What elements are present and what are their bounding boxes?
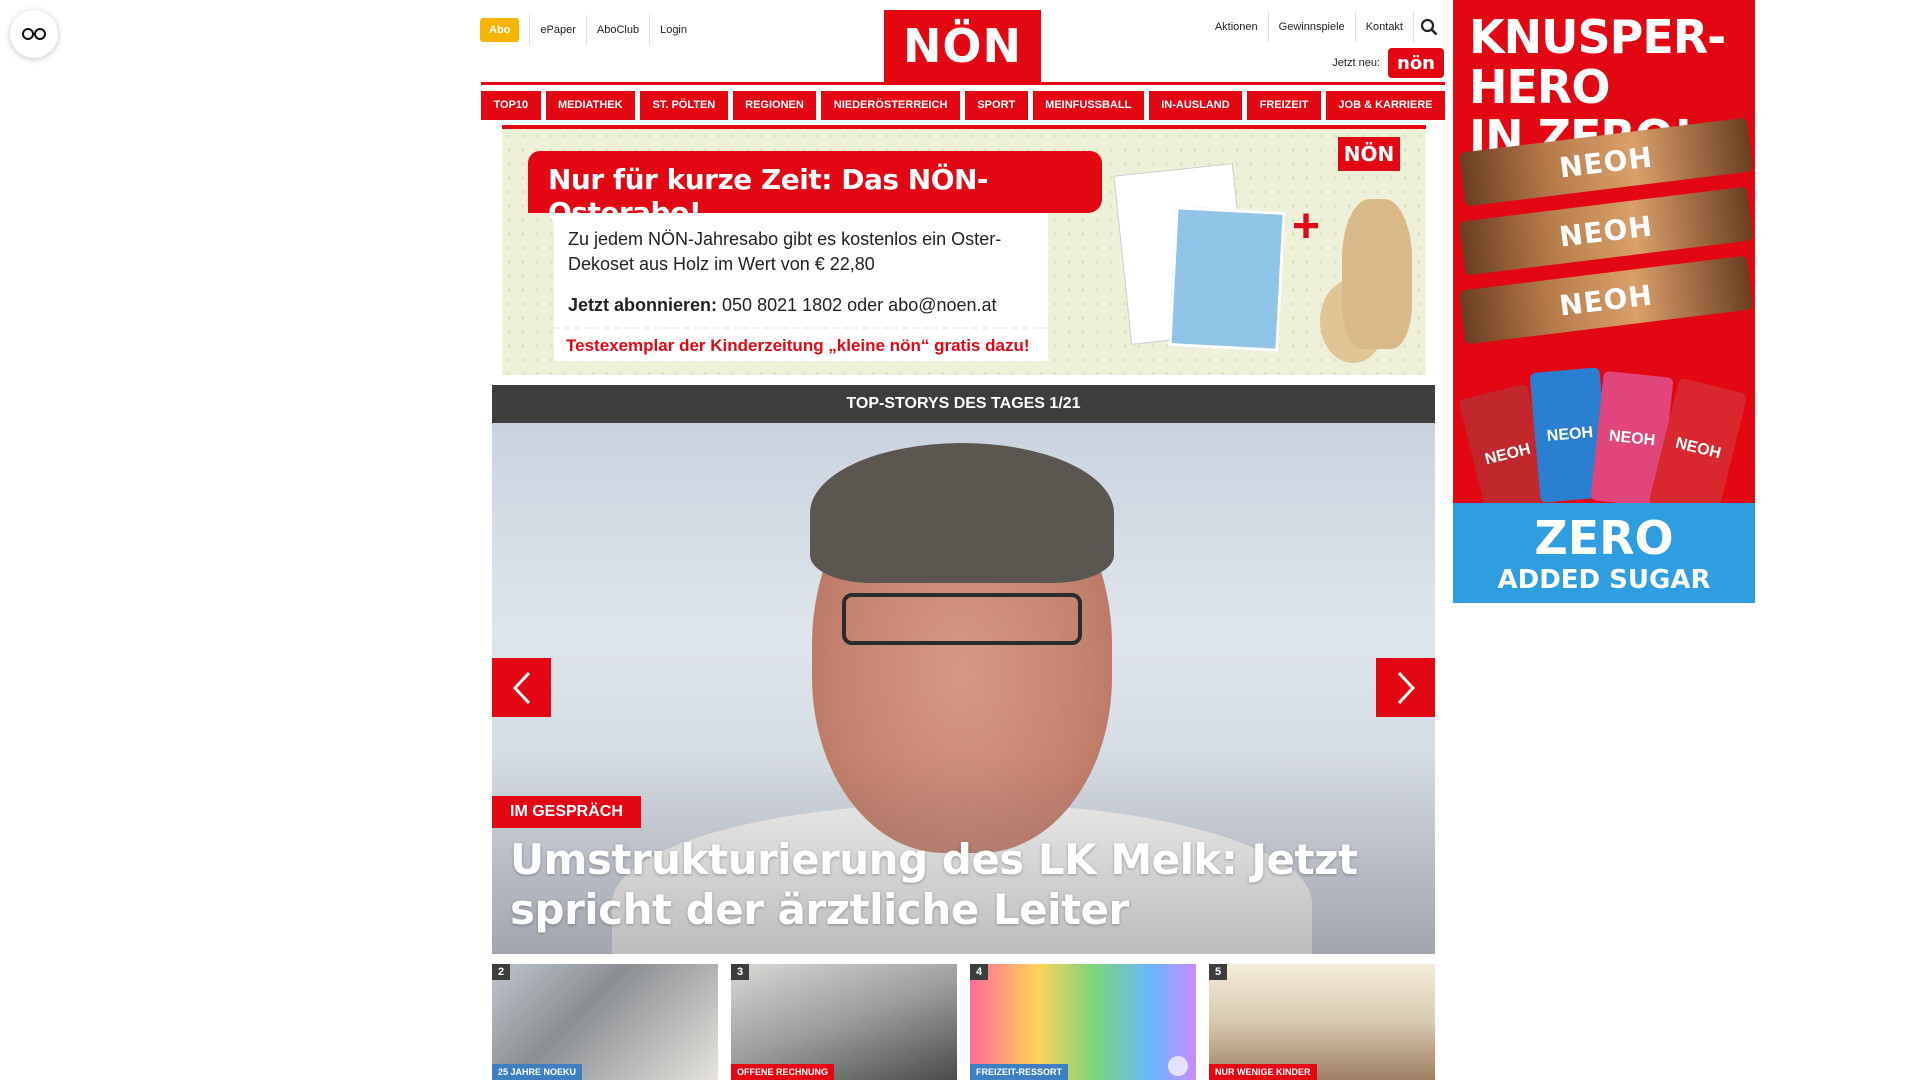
hero-headline[interactable]: Umstrukturierung des LK Melk: Jetzt spri…: [510, 835, 1410, 935]
chevron-left-icon: [512, 671, 530, 704]
aktionen-link[interactable]: Aktionen: [1205, 12, 1269, 42]
thumb-number: 5: [1209, 964, 1228, 980]
promo-footer: Testexemplar der Kinderzeitung „kleine n…: [554, 327, 1048, 361]
nav-niederoesterreich[interactable]: NIEDERÖSTERREICH: [821, 91, 960, 120]
ad-zero: ZERO: [1534, 511, 1674, 565]
kontakt-link[interactable]: Kontakt: [1356, 12, 1414, 42]
epaper-link[interactable]: ePaper: [529, 15, 585, 45]
promo-headline: Nur für kurze Zeit: Das NÖN-Osterabo!: [528, 151, 1102, 229]
search-icon[interactable]: [1414, 12, 1444, 42]
jetzt-neu-label: Jetzt neu:: [1332, 57, 1380, 69]
hero-category-tag[interactable]: IM GESPRÄCH: [492, 796, 641, 828]
story-thumbnails: 2 25 JAHRE NOEKU 3 OFFENE RECHNUNG 4 FRE…: [492, 964, 1435, 1080]
story-thumb-4[interactable]: 4 FREIZEIT-RESSORT: [970, 964, 1196, 1080]
jetzt-neu: Jetzt neu: nön: [1332, 48, 1444, 78]
abo-button[interactable]: Abo: [480, 18, 520, 42]
camera-icon: [1168, 1056, 1188, 1076]
thumb-number: 2: [492, 964, 511, 980]
nav-job-karriere[interactable]: JOB & KARRIERE: [1325, 91, 1445, 120]
thumb-number: 4: [970, 964, 989, 980]
story-thumb-2[interactable]: 2 25 JAHRE NOEKU: [492, 964, 718, 1080]
main-nav: TOP10 MEDIATHEK ST. PÖLTEN REGIONEN NIED…: [481, 91, 1445, 120]
kleine-noen-logo[interactable]: nön: [1388, 48, 1444, 78]
header-divider: [481, 82, 1445, 85]
nav-freizeit[interactable]: FREIZEIT: [1247, 91, 1321, 120]
osterabo-banner[interactable]: Nur für kurze Zeit: Das NÖN-Osterabo! Zu…: [502, 125, 1426, 375]
nav-regionen[interactable]: REGIONEN: [732, 91, 817, 120]
site-header: Abo ePaper AboClub Login NÖN Aktionen Ge…: [480, 8, 1444, 82]
thumb-tag: FREIZEIT-RESSORT: [970, 1064, 1069, 1080]
ad-footer: ZERO ADDED SUGAR: [1453, 503, 1755, 603]
neoh-advertisement[interactable]: KNUSPER-HERO IN ZERO! NEOH NEOH NEOH NEO…: [1453, 0, 1755, 603]
magazine-image: [1113, 163, 1292, 359]
thumb-number: 3: [731, 964, 750, 980]
top-links: Abo ePaper AboClub Login: [480, 15, 697, 45]
login-link[interactable]: Login: [649, 15, 697, 45]
easter-bunny-image: [1342, 199, 1412, 349]
story-thumb-5[interactable]: 5 NUR WENIGE KINDER: [1209, 964, 1435, 1080]
ad-headline-line1: KNUSPER-HERO: [1469, 10, 1726, 114]
top-stories-header: TOP-STORYS DES TAGES 1/21: [492, 385, 1435, 423]
thumb-tag: 25 JAHRE NOEKU: [492, 1064, 583, 1080]
thumb-tag: OFFENE RECHNUNG: [731, 1064, 835, 1080]
plus-sign: +: [1292, 200, 1321, 253]
kids-magazine-cover: [1168, 206, 1286, 352]
story-thumb-3[interactable]: 3 OFFENE RECHNUNG: [731, 964, 957, 1080]
promo-text: Zu jedem NÖN-Jahresabo gibt es kostenlos…: [568, 229, 1002, 274]
glasses-icon: [22, 28, 46, 40]
thumb-tag: NUR WENIGE KINDER: [1209, 1064, 1317, 1080]
promo-cta-contact: 050 8021 1802 oder abo@noen.at: [717, 295, 997, 315]
accessibility-button[interactable]: [10, 10, 58, 58]
gewinnspiele-link[interactable]: Gewinnspiele: [1269, 12, 1356, 42]
next-story-button[interactable]: [1376, 658, 1435, 717]
prev-story-button[interactable]: [492, 658, 551, 717]
hero-photo-glasses: [842, 593, 1082, 645]
nav-st-poelten[interactable]: ST. PÖLTEN: [640, 91, 728, 120]
noen-logo[interactable]: NÖN: [884, 10, 1041, 82]
nav-meinfussball[interactable]: MEINFUSSBALL: [1032, 91, 1144, 120]
nav-top10[interactable]: TOP10: [481, 91, 541, 120]
promo-noen-logo: NÖN: [1338, 137, 1400, 171]
hero-photo-hair: [810, 443, 1114, 583]
hero-story[interactable]: IM GESPRÄCH Umstrukturierung des LK Melk…: [492, 423, 1435, 954]
promo-cta: Jetzt abonnieren: 050 8021 1802 oder abo…: [568, 295, 1034, 316]
right-links: Aktionen Gewinnspiele Kontakt: [1205, 12, 1444, 42]
chevron-right-icon: [1397, 671, 1415, 704]
nav-mediathek[interactable]: MEDIATHEK: [545, 91, 636, 120]
nav-sport[interactable]: SPORT: [964, 91, 1028, 120]
promo-cta-label: Jetzt abonnieren:: [568, 295, 718, 315]
ad-added-sugar: ADDED SUGAR: [1497, 565, 1711, 595]
ad-packs: NEOH NEOH NEOH NEOH: [1458, 367, 1748, 527]
aboclub-link[interactable]: AboClub: [585, 15, 649, 45]
nav-in-ausland[interactable]: IN-AUSLAND: [1148, 91, 1243, 120]
